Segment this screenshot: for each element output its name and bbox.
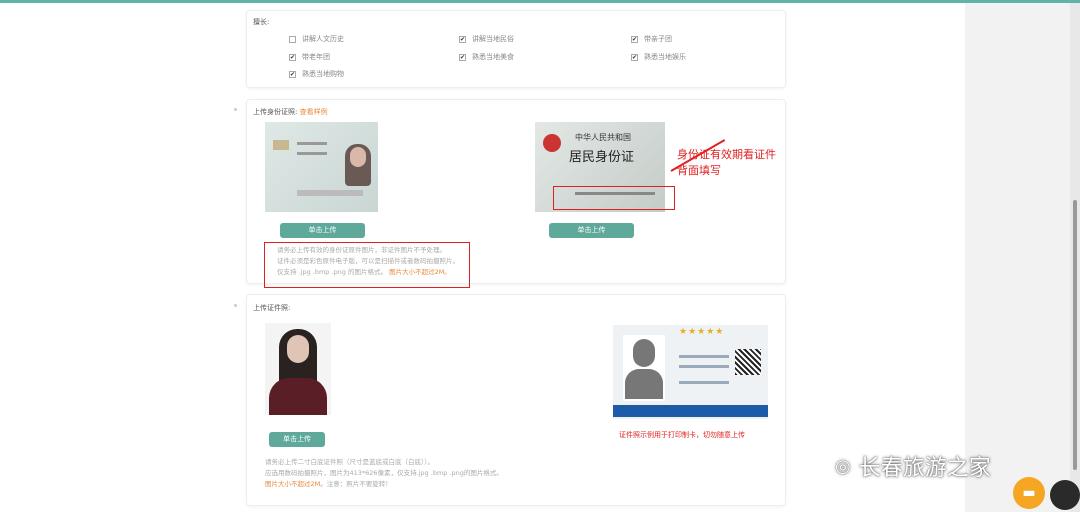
- id-upload-label: 上传身份证照: 查看样例: [253, 108, 328, 116]
- watermark: ◎ 长春旅游之家: [835, 455, 991, 482]
- skills-label: 擅长:: [253, 18, 270, 26]
- id-back-title: 中华人民共和国: [575, 133, 631, 142]
- checkbox[interactable]: [289, 35, 296, 43]
- checkbox[interactable]: ✔: [289, 70, 296, 78]
- skill-checkbox[interactable]: 讲解人文历史: [289, 34, 344, 44]
- upload-photo-button[interactable]: 单击上传: [269, 432, 325, 447]
- chat-button[interactable]: ▬: [1013, 477, 1045, 509]
- scrollbar-thumb[interactable]: [1073, 200, 1077, 470]
- skill-checkbox[interactable]: ✔ 熟悉当地娱乐: [631, 52, 686, 62]
- skill-checkbox[interactable]: ✔ 讲解当地民俗: [459, 34, 514, 44]
- sample-caption: 证件照示例用于打印制卡，切勿随意上传: [619, 431, 745, 439]
- guide-card-sample: ★★★★★: [613, 325, 768, 419]
- upload-back-button[interactable]: 单击上传: [549, 223, 634, 238]
- top-accent-bar: [0, 0, 1080, 3]
- photo-upload-note: 请务必上传二寸白底证件照（尺寸是蓝底或白底（白底））。 应选用数码拍摄照片，图片…: [265, 457, 503, 490]
- checkbox-label: 熟悉当地购物: [302, 70, 344, 78]
- validity-highlight-box: [553, 186, 675, 210]
- note-line: 请务必上传有效的身份证原件图片，非证件图片不予处理。: [277, 246, 446, 254]
- checkbox-label: 讲解人文历史: [302, 35, 344, 43]
- checkbox-label: 带亲子团: [644, 35, 672, 43]
- checkbox[interactable]: ✔: [459, 53, 466, 61]
- photo-upload-card: 上传证件照: 单击上传 请务必上传二寸白底证件照（尺寸是蓝底或白底（白底））。 …: [246, 294, 786, 506]
- note-line: 应选用数码拍摄照片，图片为413*626像素，仅支持.jpg .bmp .png…: [265, 469, 503, 477]
- checkbox-label: 讲解当地民俗: [472, 35, 514, 43]
- id-photo-image: [265, 323, 331, 415]
- checkbox-label: 熟悉当地娱乐: [644, 53, 686, 61]
- checkbox-label: 带老年团: [302, 53, 330, 61]
- id-upload-card: 上传身份证照: 查看样例 中华人民共和国 居民身份证 身份证有效期看证件背面填写…: [246, 99, 786, 288]
- wechat-icon: ◎: [835, 455, 851, 477]
- checkbox-label: 熟悉当地美食: [472, 53, 514, 61]
- note-line: 证件必须是彩色原件电子版，可以是扫描件或者数码拍摄照片。: [277, 257, 459, 265]
- id-front-image: [265, 122, 378, 212]
- checkbox[interactable]: ✔: [631, 53, 638, 61]
- skill-checkbox[interactable]: ✔ 带亲子团: [631, 34, 672, 44]
- skill-checkbox[interactable]: ✔ 带老年团: [289, 52, 330, 62]
- qr-code-icon: [735, 349, 761, 375]
- id-back-subtitle: 居民身份证: [569, 150, 635, 165]
- upload-front-button[interactable]: 单击上传: [280, 223, 365, 238]
- scrollbar[interactable]: [1070, 3, 1080, 512]
- size-limit-note: 图片大小不超过2M。: [389, 268, 451, 276]
- note-line: 仅支持 .jpg .bmp .png 的图片格式。: [277, 268, 387, 276]
- validity-annotation: 身份证有效期看证件背面填写: [677, 148, 776, 177]
- id-upload-note: 请务必上传有效的身份证原件图片，非证件图片不予处理。 证件必须是彩色原件电子版，…: [277, 245, 459, 278]
- checkbox[interactable]: ✔: [289, 53, 296, 61]
- checkbox[interactable]: ✔: [631, 35, 638, 43]
- page-margin: [965, 3, 1070, 512]
- required-dot: [234, 304, 237, 307]
- view-sample-link[interactable]: 查看样例: [300, 108, 328, 116]
- note-line: 请务必上传二寸白底证件照（尺寸是蓝底或白底（白底））。: [265, 458, 434, 466]
- photo-upload-label: 上传证件照:: [253, 304, 291, 312]
- note-line: 注意：照片不要旋转！: [326, 480, 392, 488]
- required-dot: [234, 108, 237, 111]
- avatar[interactable]: [1050, 480, 1080, 510]
- size-limit-note: 图片大小不超过2M。: [265, 480, 327, 488]
- skill-checkbox[interactable]: ✔ 熟悉当地购物: [289, 69, 344, 79]
- skills-card: 擅长: 讲解人文历史 ✔ 讲解当地民俗 ✔ 带亲子团 ✔ 带老年团 ✔ 熟悉当地美食 ✔…: [246, 10, 786, 88]
- checkbox[interactable]: ✔: [459, 35, 466, 43]
- star-rating: ★★★★★: [679, 327, 725, 337]
- skill-checkbox[interactable]: ✔ 熟悉当地美食: [459, 52, 514, 62]
